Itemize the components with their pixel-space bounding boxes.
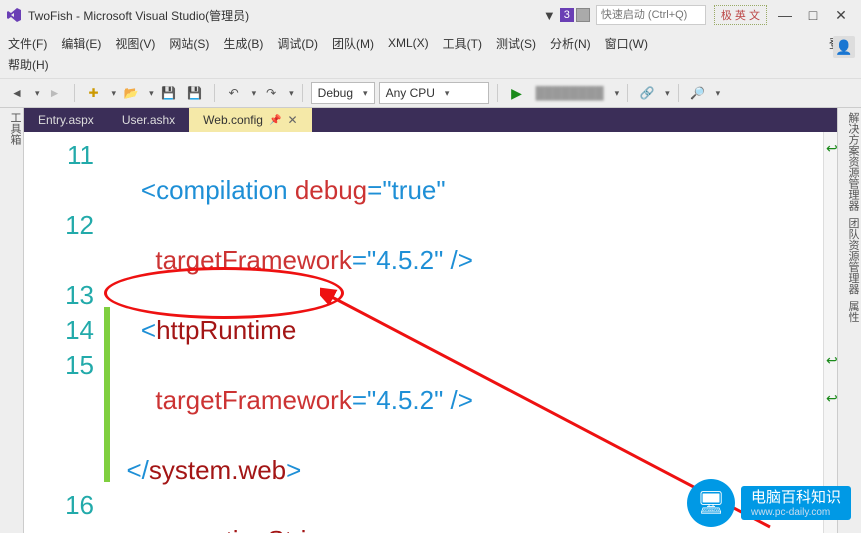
menu-window[interactable]: 窗口(W) [605,35,648,52]
save-button[interactable]: 💾 [158,82,180,104]
close-tab-icon[interactable]: ✕ [287,113,297,127]
scroll-indicator[interactable]: ↩ ↩ ↩ [823,132,837,533]
watermark-logo-icon: 🖥 [687,479,735,527]
platform-dropdown[interactable]: Any CPU▾ [379,82,489,104]
solution-explorer-rail[interactable]: 解决方案资源管理器 团队资源管理器 属性 [837,108,861,533]
menu-view[interactable]: 视图(V) [115,35,155,52]
vs-logo-icon [6,7,22,23]
menu-debug[interactable]: 调试(D) [277,35,318,52]
menu-test[interactable]: 测试(S) [496,35,536,52]
maximize-button[interactable]: □ [799,4,827,26]
feedback-icon[interactable] [576,8,590,22]
watermark: 🖥 电脑百科知识www.pc-daily.com [687,479,851,527]
watermark-brand: 电脑百科知识 [751,489,841,506]
menu-build[interactable]: 生成(B) [223,35,263,52]
menu-help[interactable]: 帮助(H) [8,58,49,72]
menu-team[interactable]: 团队(M) [332,35,374,52]
pin-icon[interactable]: 📌 [269,115,281,126]
user-avatar-icon[interactable]: 👤 [833,36,855,58]
start-target-label[interactable]: ████████ [532,86,608,100]
tab-entry-aspx[interactable]: Entry.aspx [24,108,108,132]
browser-link-button[interactable]: 🔗 [636,82,658,104]
window-title: TwoFish - Microsoft Visual Studio(管理员) [28,7,249,24]
find-in-files-button[interactable]: 🔎 [687,82,709,104]
nav-forward-button[interactable]: ► [44,82,66,104]
toolbox-rail[interactable]: 工具箱 [0,108,24,533]
watermark-url: www.pc-daily.com [751,507,841,519]
undo-button[interactable]: ↶ [223,82,245,104]
redo-button[interactable]: ↷ [260,82,282,104]
menu-bar: 文件(F) 编辑(E) 视图(V) 网站(S) 生成(B) 调试(D) 团队(M… [0,30,861,56]
toolbar: ◄▾ ► ✚▾ 📂▾ 💾 💾 ↶▾ ↷▾ Debug▾ Any CPU▾ ▶ █… [0,78,861,108]
start-debug-button[interactable]: ▶ [506,82,528,104]
config-dropdown[interactable]: Debug▾ [311,82,375,104]
line-number-gutter: 11 12 13 14 15 16 [24,132,104,533]
open-file-button[interactable]: 📂 [120,82,142,104]
menu-tools[interactable]: 工具(T) [443,35,482,52]
menu-file[interactable]: 文件(F) [8,35,47,52]
tab-web-config[interactable]: Web.config📌✕ [189,108,311,132]
menu-xml[interactable]: XML(X) [388,36,429,50]
code-editor[interactable]: <compilation debug="true" targetFramewor… [110,132,823,533]
menu-analyze[interactable]: 分析(N) [550,35,591,52]
menu-bar-row2: 帮助(H) [0,56,861,78]
tab-user-ashx[interactable]: User.ashx [108,108,189,132]
document-tabstrip: Entry.aspx User.ashx Web.config📌✕ [24,108,837,132]
ime-indicator[interactable]: 极 英 文 [714,5,767,25]
new-project-button[interactable]: ✚ [83,82,105,104]
window-titlebar: TwoFish - Microsoft Visual Studio(管理员) ▼… [0,0,861,30]
menu-edit[interactable]: 编辑(E) [61,35,101,52]
notification-flag-icon[interactable]: ▼ [543,8,556,23]
quick-launch-input[interactable] [596,5,706,25]
notification-badge[interactable]: 3 [560,8,574,22]
close-button[interactable]: ✕ [827,4,855,26]
save-all-button[interactable]: 💾 [184,82,206,104]
nav-back-button[interactable]: ◄ [6,82,28,104]
menu-website[interactable]: 网站(S) [169,35,209,52]
minimize-button[interactable]: — [771,4,799,26]
